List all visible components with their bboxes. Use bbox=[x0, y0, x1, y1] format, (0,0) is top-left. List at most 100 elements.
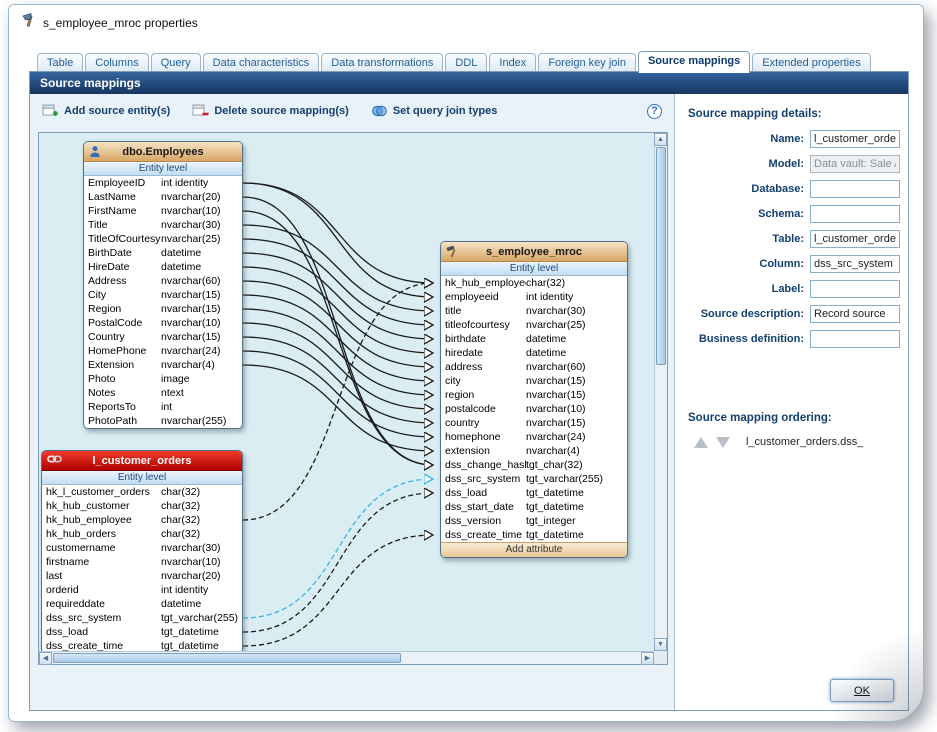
attribute-row[interactable]: regionnvarchar(15) bbox=[441, 388, 627, 402]
tab-foreign-key-join[interactable]: Foreign key join bbox=[538, 53, 636, 72]
attribute-row[interactable]: dss_src_systemtgt_varchar(255) bbox=[441, 472, 627, 486]
attribute-row[interactable]: addressnvarchar(60) bbox=[441, 360, 627, 374]
column-input[interactable] bbox=[810, 255, 900, 273]
attribute-row[interactable]: dss_loadtgt_datetime bbox=[441, 486, 627, 500]
attribute-row[interactable]: EmployeeIDint identity bbox=[84, 176, 242, 190]
attribute-row[interactable]: hk_l_customer_orderschar(32) bbox=[42, 485, 242, 499]
attribute-row[interactable]: Photoimage bbox=[84, 372, 242, 386]
help-icon[interactable]: ? bbox=[647, 104, 662, 119]
attribute-row[interactable]: LastNamenvarchar(20) bbox=[84, 190, 242, 204]
attribute-row[interactable]: titleofcourtesynvarchar(25) bbox=[441, 318, 627, 332]
name-input[interactable] bbox=[810, 130, 900, 148]
tab-ddl[interactable]: DDL bbox=[445, 53, 487, 72]
tab-table[interactable]: Table bbox=[37, 53, 83, 72]
attribute-row[interactable]: PhotoPathnvarchar(255) bbox=[84, 414, 242, 428]
mapping-connection[interactable] bbox=[243, 253, 433, 339]
ordering-item[interactable]: l_customer_orders.dss_ bbox=[738, 436, 863, 448]
attribute-row[interactable]: dss_start_datetgt_datetime bbox=[441, 500, 627, 514]
mapping-connection[interactable] bbox=[243, 535, 433, 646]
tab-extended-properties[interactable]: Extended properties bbox=[752, 53, 870, 72]
mapping-connection[interactable] bbox=[243, 479, 433, 618]
attribute-row[interactable]: orderidint identity bbox=[42, 583, 242, 597]
attribute-row[interactable]: BirthDatedatetime bbox=[84, 246, 242, 260]
attribute-row[interactable]: FirstNamenvarchar(10) bbox=[84, 204, 242, 218]
mapping-connection[interactable] bbox=[243, 283, 433, 520]
entity-s_employee_mroc[interactable]: s_employee_mrocEntity levelhk_hub_employ… bbox=[440, 241, 628, 558]
mapping-connection[interactable] bbox=[243, 239, 433, 325]
attribute-row[interactable]: firstnamenvarchar(10) bbox=[42, 555, 242, 569]
attribute-row[interactable]: employeeidint identity bbox=[441, 290, 627, 304]
attribute-row[interactable]: hk_hub_orderschar(32) bbox=[42, 527, 242, 541]
attribute-row[interactable]: Regionnvarchar(15) bbox=[84, 302, 242, 316]
scroll-down-button[interactable]: ▼ bbox=[654, 638, 667, 651]
tab-data-characteristics[interactable]: Data characteristics bbox=[203, 53, 320, 72]
attribute-row[interactable]: homephonenvarchar(24) bbox=[441, 430, 627, 444]
attribute-row[interactable]: hk_hub_employeechar(32) bbox=[441, 276, 627, 290]
attribute-row[interactable]: hk_hub_employeechar(32) bbox=[42, 513, 242, 527]
attribute-row[interactable]: Titlenvarchar(30) bbox=[84, 218, 242, 232]
vertical-scroll-thumb[interactable] bbox=[656, 147, 666, 365]
attribute-row[interactable]: HireDatedatetime bbox=[84, 260, 242, 274]
attribute-row[interactable]: Notesntext bbox=[84, 386, 242, 400]
attribute-row[interactable]: countrynvarchar(15) bbox=[441, 416, 627, 430]
source-description-input[interactable] bbox=[810, 305, 900, 323]
mapping-connection[interactable] bbox=[243, 183, 433, 283]
mapping-connection[interactable] bbox=[243, 211, 433, 465]
schema-input[interactable] bbox=[810, 205, 900, 223]
attribute-row[interactable]: dss_create_timetgt_datetime bbox=[42, 639, 242, 651]
entity-employees[interactable]: dbo.EmployeesEntity levelEmployeeIDint i… bbox=[83, 141, 243, 429]
mapping-connection[interactable] bbox=[243, 225, 433, 311]
mapping-connection[interactable] bbox=[243, 351, 433, 437]
attribute-row[interactable]: dss_src_systemtgt_varchar(255) bbox=[42, 611, 242, 625]
scroll-up-button[interactable]: ▲ bbox=[654, 133, 667, 146]
mapping-connection[interactable] bbox=[243, 267, 433, 353]
attribute-row[interactable]: postalcodenvarchar(10) bbox=[441, 402, 627, 416]
mapping-canvas[interactable]: dbo.EmployeesEntity levelEmployeeIDint i… bbox=[39, 133, 654, 651]
label-input[interactable] bbox=[810, 280, 900, 298]
tab-columns[interactable]: Columns bbox=[85, 53, 148, 72]
business-definition-input[interactable] bbox=[810, 330, 900, 348]
attribute-row[interactable]: Citynvarchar(15) bbox=[84, 288, 242, 302]
attribute-row[interactable]: extensionnvarchar(4) bbox=[441, 444, 627, 458]
attribute-row[interactable]: dss_loadtgt_datetime bbox=[42, 625, 242, 639]
mapping-connection[interactable] bbox=[243, 337, 433, 423]
add-source-entity-button[interactable]: Add source entity(s) bbox=[42, 104, 170, 118]
move-down-icon[interactable] bbox=[716, 437, 730, 448]
delete-source-mapping-button[interactable]: Delete source mapping(s) bbox=[192, 104, 348, 118]
vertical-scrollbar[interactable]: ▲ ▼ bbox=[654, 133, 667, 651]
attribute-row[interactable]: birthdatedatetime bbox=[441, 332, 627, 346]
attribute-row[interactable]: dss_change_hashtgt_char(32) bbox=[441, 458, 627, 472]
attribute-row[interactable]: PostalCodenvarchar(10) bbox=[84, 316, 242, 330]
attribute-row[interactable]: dss_create_timetgt_datetime bbox=[441, 528, 627, 542]
attribute-row[interactable]: Extensionnvarchar(4) bbox=[84, 358, 242, 372]
tab-index[interactable]: Index bbox=[489, 53, 536, 72]
table-input[interactable] bbox=[810, 230, 900, 248]
attribute-row[interactable]: lastnvarchar(20) bbox=[42, 569, 242, 583]
database-input[interactable] bbox=[810, 180, 900, 198]
attribute-row[interactable]: TitleOfCourtesynvarchar(25) bbox=[84, 232, 242, 246]
attribute-row[interactable]: requireddatedatetime bbox=[42, 597, 242, 611]
attribute-row[interactable]: citynvarchar(15) bbox=[441, 374, 627, 388]
attribute-row[interactable]: Countrynvarchar(15) bbox=[84, 330, 242, 344]
tab-source-mappings[interactable]: Source mappings bbox=[638, 51, 750, 73]
move-up-icon[interactable] bbox=[694, 437, 708, 448]
attribute-row[interactable]: customernamenvarchar(30) bbox=[42, 541, 242, 555]
horizontal-scroll-thumb[interactable] bbox=[53, 653, 401, 663]
attribute-row[interactable]: ReportsToint bbox=[84, 400, 242, 414]
entity-header-l_customer_orders[interactable]: l_customer_orders bbox=[42, 451, 242, 471]
scroll-right-button[interactable]: ▶ bbox=[641, 652, 654, 665]
model-input[interactable] bbox=[810, 155, 900, 173]
attribute-row[interactable]: dss_versiontgt_integer bbox=[441, 514, 627, 528]
attribute-row[interactable]: hk_hub_customerchar(32) bbox=[42, 499, 242, 513]
set-query-join-types-button[interactable]: Set query join types bbox=[371, 104, 498, 118]
mapping-connection[interactable] bbox=[243, 365, 433, 451]
horizontal-scrollbar[interactable]: ◀ ▶ bbox=[39, 651, 654, 664]
attribute-row[interactable]: Addressnvarchar(60) bbox=[84, 274, 242, 288]
attribute-row[interactable]: HomePhonenvarchar(24) bbox=[84, 344, 242, 358]
entity-header-employees[interactable]: dbo.Employees bbox=[84, 142, 242, 162]
mapping-connection[interactable] bbox=[243, 309, 433, 395]
tab-data-transformations[interactable]: Data transformations bbox=[321, 53, 443, 72]
tab-query[interactable]: Query bbox=[151, 53, 201, 72]
add-attribute-button[interactable]: Add attribute bbox=[441, 542, 627, 557]
mapping-connection[interactable] bbox=[243, 197, 433, 465]
